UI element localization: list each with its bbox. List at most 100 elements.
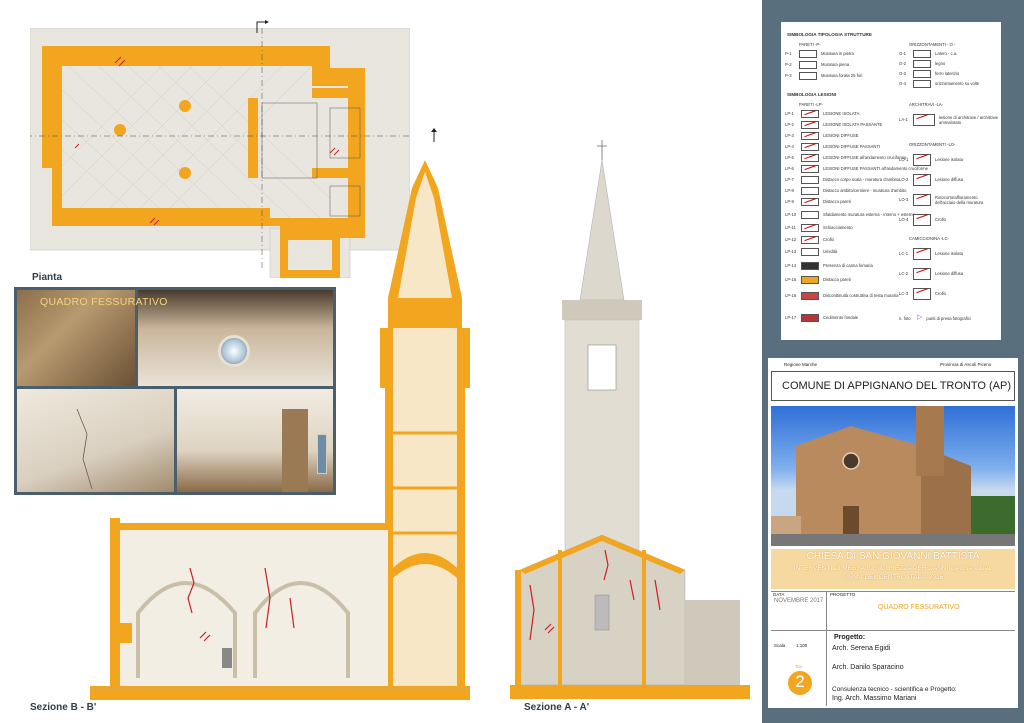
- legend-walls-group: PARETI -P-: [799, 42, 821, 47]
- architrave-symbol: [913, 114, 935, 126]
- vault-symbol: [913, 80, 931, 88]
- legend-lesion-row: LP-9 Distacco pareti: [785, 198, 851, 206]
- legend-code: LC-1: [899, 251, 909, 257]
- legend-lesion-row: LP-10 Sfaldamento muratura esterna - inte…: [785, 211, 915, 219]
- legend-text: LESIONE ISOLATA PASSANTE: [823, 122, 883, 128]
- lesion-symbol: [801, 292, 819, 300]
- lesion-symbol: [913, 174, 931, 186]
- legend-code: LP-5: [785, 155, 794, 161]
- legend-lesion-row: LP-11 Schiacciamento: [785, 224, 853, 232]
- legend-lesion-row: LP-16 Disconttinuità costruttiva di testa…: [785, 292, 898, 300]
- legend-text: Disconttinuità costruttiva di testa mura…: [823, 293, 899, 299]
- legend-horizontal-row: O-4 orizzontamento su volte: [899, 80, 979, 88]
- legend-code: LA-1: [899, 117, 908, 123]
- legend-text: Crollo: [823, 237, 834, 243]
- designer-1: Arch. Serena Egidi: [832, 645, 891, 652]
- legend-text: LESIONI DIFFUSE PASSANTI: [823, 144, 881, 150]
- legend-chimney-group: CAMICCIONINA -LC-: [909, 236, 950, 241]
- legend-horizontal-row: O-3 ferro laterizio: [899, 70, 959, 78]
- legend-lesion-row: LP-8 Distacco ambito/cerniere - muratura …: [785, 187, 906, 195]
- legend-code: LP-14: [785, 263, 797, 269]
- legend-structures-title: SIMBOLOGIA TIPOLOGIA STRUTTURE: [787, 32, 872, 37]
- lesion-symbol: [801, 236, 819, 244]
- legend-text: Schiacciamento: [823, 225, 853, 231]
- legend-text: Lesione diffusa: [935, 271, 964, 277]
- legend-structure-row: P-2 Muratura piena: [785, 61, 849, 69]
- legend-code: LO-3: [899, 197, 909, 203]
- legend-lesion-horizontal-row: LO-4 Crollo: [899, 214, 946, 226]
- consult-title: Consulenza tecnico - scientifica e Proge…: [832, 686, 957, 693]
- plan-label: Pianta: [32, 272, 63, 283]
- date-value: NOVEMBRE 2017: [774, 598, 824, 604]
- legend-horizontal-group: ORIZZONTAMENTI - O -: [909, 42, 956, 47]
- lesion-symbol: [801, 224, 819, 232]
- lesion-symbol: [801, 110, 819, 118]
- legend-code: LP-17: [785, 315, 797, 321]
- legend-text: Lesione isolata: [935, 157, 963, 163]
- legend-text: Distacco pareti: [823, 277, 851, 283]
- legend-code: LP-10: [785, 212, 797, 218]
- legend-code: O-3: [899, 71, 906, 77]
- lesion-symbol: [801, 248, 819, 256]
- legend-text: Muratura forata 25 fori: [821, 73, 863, 79]
- legend-horizontal-row: O-1 Latero - c.a.: [899, 50, 957, 58]
- legend-chimney-row: LC-3 Crollo: [899, 288, 946, 300]
- scale-value: 1:100: [796, 643, 808, 648]
- legend-text: Presenza di canna fumaria: [823, 263, 873, 269]
- legend-code: P-3: [785, 73, 792, 79]
- section-a-label: Sezione A - A': [524, 702, 590, 713]
- drawing-title: QUADRO FESSURATIVO: [878, 604, 960, 611]
- legend-text: Lesione isolata: [935, 251, 963, 257]
- legend-text: LESIONE ISOLATA: [823, 111, 860, 117]
- legend-text: LESIONI DIFFUSE all'andamento cruciforme: [823, 155, 907, 161]
- legend-lesion-horizontal-row: LO-2 Lesione diffusa: [899, 174, 963, 186]
- legend-chimney-row: LC-1 Lesione isolata: [899, 248, 963, 260]
- legend-text: lesione di architrave / architrave ammal…: [939, 114, 999, 125]
- info-divider-horizontal: [771, 630, 1015, 631]
- legend-text: Muratura in pietra: [821, 51, 854, 57]
- legend-code: LP-13: [785, 249, 797, 255]
- church-title: CHIESA DI SAN GIOVANNI BATTISTA: [806, 551, 980, 562]
- legend-code: LP-9: [785, 199, 794, 205]
- legend-architrave-group: ARCHITRAVI -LA-: [909, 102, 944, 107]
- section-b-label: Sezione B - B': [30, 702, 97, 713]
- legend-code: O-4: [899, 81, 906, 87]
- legend-code: LP-2: [785, 122, 794, 128]
- section-arrow-top: [256, 20, 270, 34]
- date-label: DATA: [773, 592, 785, 597]
- legend-code: LP-8: [785, 188, 794, 194]
- legend-text: Crollo: [935, 217, 946, 223]
- legend-lesion-horizontal-group: ORIZZONTAMENTI -LO-: [909, 142, 956, 147]
- designer-2: Arch. Danilo Sparacino: [832, 664, 904, 671]
- legend-code: LC-3: [899, 291, 909, 297]
- lesion-symbol: [801, 165, 819, 173]
- legend-code: LP-15: [785, 277, 797, 283]
- lesion-symbol: [801, 121, 819, 129]
- info-divider-vertical: [826, 591, 827, 706]
- legend-lesion-row: LP-13 Umidità: [785, 248, 837, 256]
- church-photo: [771, 406, 1015, 546]
- slab-symbol: [913, 60, 931, 68]
- legend-code: O-1: [899, 51, 906, 57]
- scale-label: Scala: [774, 643, 786, 648]
- region: Regione Marche: [784, 362, 818, 367]
- lesion-symbol: [801, 211, 819, 219]
- title-block: Regione Marche Provincia di Ascoli Picen…: [768, 358, 1018, 708]
- municipality: COMUNE DI APPIGNANO DEL TRONTO (AP): [782, 380, 1011, 392]
- legend-code: LP-11: [785, 225, 796, 231]
- legend-text: Rotocorto/affioramento dell'acciaio dell…: [935, 194, 984, 205]
- legend-lesion-row: LP-15 Distacco pareti: [785, 276, 851, 284]
- legend-code: n. foto: [899, 315, 911, 321]
- legend-text: Distacco pareti: [823, 199, 851, 205]
- legend-lesion-row: LP-14 Presenza di canna fumaria: [785, 262, 873, 270]
- masonry-symbol: [799, 72, 817, 80]
- legend-lesion-row: LP-6 LESIONI DIFFUSE PASSANTI all'andamen…: [785, 165, 928, 173]
- lesion-symbol: [913, 194, 931, 206]
- legend-code: LO-4: [899, 217, 909, 223]
- legend-code: LO-2: [899, 177, 909, 183]
- legend-lesion-horizontal-row: LO-1 Lesione isolata: [899, 154, 963, 166]
- section-b-drawing: [10, 158, 470, 703]
- lesion-symbol: [801, 154, 819, 162]
- masonry-symbol: [799, 61, 817, 69]
- legend-text: legno: [935, 61, 946, 67]
